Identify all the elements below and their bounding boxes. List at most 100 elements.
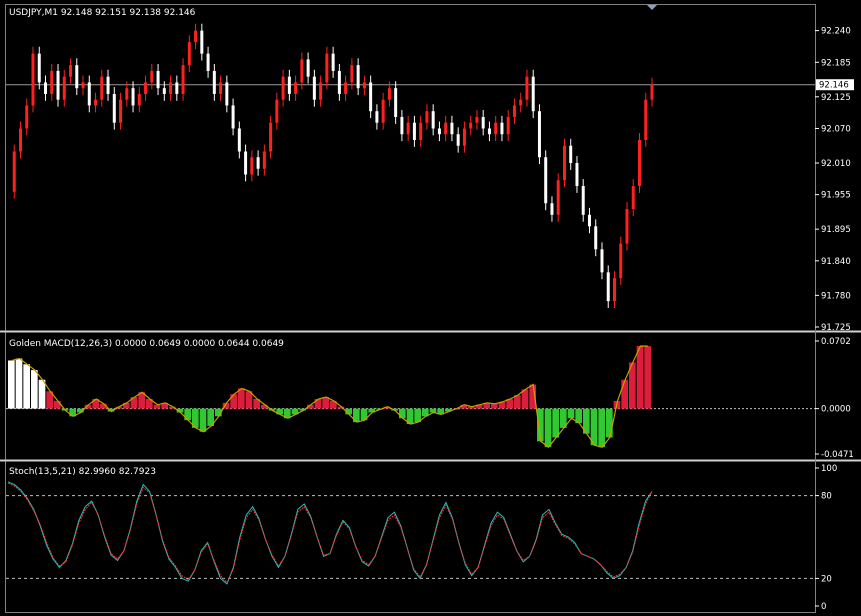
macd-histogram-bar [38, 379, 46, 409]
price-candle-body [256, 157, 260, 169]
price-candle-body [94, 99, 98, 106]
price-candle-body [237, 128, 241, 152]
macd-histogram-bar [230, 394, 237, 409]
price-candle-body [394, 88, 398, 117]
macd-histogram-bar [521, 389, 529, 409]
price-candle-body [162, 88, 166, 94]
macd-histogram-bar [598, 408, 605, 448]
price-candle-body [606, 272, 610, 302]
macd-histogram-bar [31, 370, 38, 409]
macd-histogram-bar [23, 364, 30, 409]
price-candle-body [150, 70, 154, 83]
price-candle-body [269, 122, 273, 152]
macd-histogram-bar [8, 360, 15, 409]
price-candle-body [425, 111, 429, 123]
macd-pane[interactable]: 0.0702 0.0000 -0.0471 [6, 337, 854, 460]
price-candle-body [244, 151, 248, 175]
macd-histogram-bar [322, 397, 329, 409]
price-tick-label: 91.895 [821, 225, 851, 235]
macd-histogram-bar [184, 408, 191, 421]
price-candle-body [494, 122, 498, 135]
macd-histogram-bar [429, 408, 437, 413]
stoch-pane[interactable]: 100 80 20 0 [6, 464, 837, 612]
price-candle-body [100, 76, 104, 100]
price-candle-body [294, 82, 298, 94]
price-candle-body [119, 99, 123, 123]
price-candle-body [531, 76, 535, 112]
price-candle-body [631, 186, 635, 210]
price-candle-body [462, 128, 466, 146]
price-candle-body [344, 82, 348, 94]
price-pane[interactable]: 92.240 92.185 92.125 92.070 92.010 91.955 91.8… [6, 23, 854, 333]
macd-pane-title: Golden MACD(12,26,3) 0.0000 0.0649 0.000… [9, 339, 284, 349]
price-tick-label: 91.840 [821, 257, 851, 267]
price-candle-body [312, 76, 316, 100]
price-candle-body [412, 122, 416, 140]
price-candle-body [594, 226, 598, 250]
macd-histogram-bar [621, 379, 628, 409]
price-candle-body [31, 53, 35, 106]
price-candle-body [487, 128, 491, 135]
price-candle-body [300, 59, 304, 83]
price-candle-body [131, 88, 135, 106]
price-candle-body [19, 128, 23, 152]
price-candle-body [619, 243, 623, 279]
price-candle-body [194, 30, 198, 43]
price-tick-label: 92.070 [821, 124, 851, 134]
price-candle-body [69, 65, 73, 77]
price-candle-body [556, 180, 560, 215]
macd-histogram-bar [552, 408, 559, 438]
price-candle-body [250, 157, 254, 175]
price-candle-body [25, 105, 29, 129]
price-candle-body [206, 53, 210, 71]
price-candle-body [325, 53, 329, 83]
price-candle-body [562, 145, 566, 181]
price-candle-body [112, 93, 116, 123]
price-candle-body [537, 111, 541, 158]
price-candle-body [350, 65, 354, 83]
macd-histogram-bar [644, 346, 651, 409]
price-tick-label: 92.240 [821, 27, 851, 37]
price-tick-label: 92.010 [821, 159, 851, 169]
price-candle-body [44, 82, 48, 94]
price-candle-body [544, 157, 548, 204]
macd-histogram-bar [567, 408, 575, 419]
trading-chart[interactable]: 92.240 92.185 92.125 92.070 92.010 91.955 91.8… [0, 0, 861, 616]
price-candle-body [106, 76, 110, 94]
price-candle-body [431, 111, 435, 129]
price-candle-body [450, 122, 454, 135]
price-candle-body [287, 76, 291, 94]
current-price-label: 92.146 [819, 81, 849, 91]
macd-histogram-bar [54, 400, 61, 409]
stoch-tick-label: 80 [821, 492, 832, 502]
price-candle-body [525, 76, 529, 100]
price-candle-body [375, 111, 379, 123]
price-tick-label: 92.185 [821, 58, 851, 68]
price-candle-body [262, 151, 266, 169]
price-candle-body [169, 82, 173, 94]
price-candle-body [512, 105, 516, 117]
macd-histogram-bar [606, 408, 613, 438]
price-candle-body [500, 122, 504, 135]
price-candle-body [400, 116, 404, 135]
price-candle-body [187, 42, 191, 66]
macd-histogram-bar [199, 408, 207, 432]
price-tick-label: 91.725 [821, 323, 851, 333]
macd-tick-label: 0.0000 [821, 405, 851, 415]
shift-marker-icon[interactable] [647, 5, 657, 10]
price-candle-body [175, 82, 179, 94]
price-candle-body [200, 30, 204, 54]
price-candle-body [406, 122, 410, 135]
price-candle-body [650, 84, 654, 100]
price-tick-label: 91.780 [821, 291, 851, 301]
price-candle-body [581, 186, 585, 215]
price-candle-body [362, 82, 366, 89]
price-candle-body [225, 82, 229, 106]
macd-histogram-bar [238, 388, 245, 409]
price-candle-body [550, 203, 554, 215]
price-candle-body [519, 99, 523, 106]
macd-histogram-bar [153, 404, 161, 409]
price-candle-body [144, 82, 148, 94]
price-candle-body [356, 65, 360, 89]
price-candle-body [506, 116, 510, 135]
